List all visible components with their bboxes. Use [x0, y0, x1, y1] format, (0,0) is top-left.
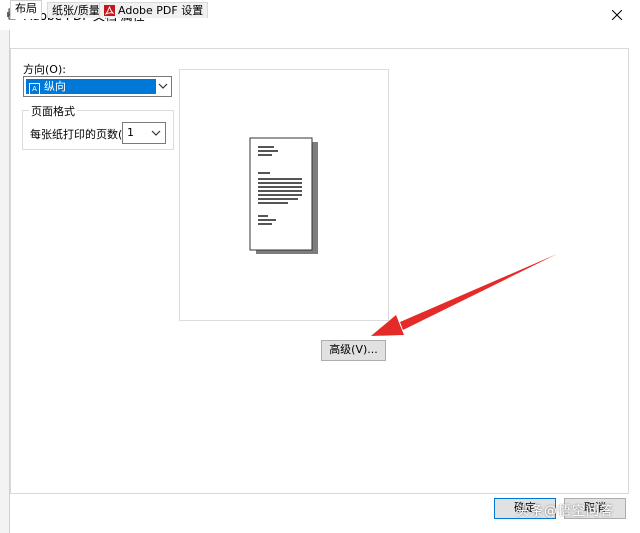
tab-layout[interactable]: 布局 [10, 0, 42, 19]
tab-label: 布局 [15, 2, 37, 15]
annotation-arrow [371, 254, 557, 336]
watermark: 头条@悟空问答 [516, 504, 615, 519]
